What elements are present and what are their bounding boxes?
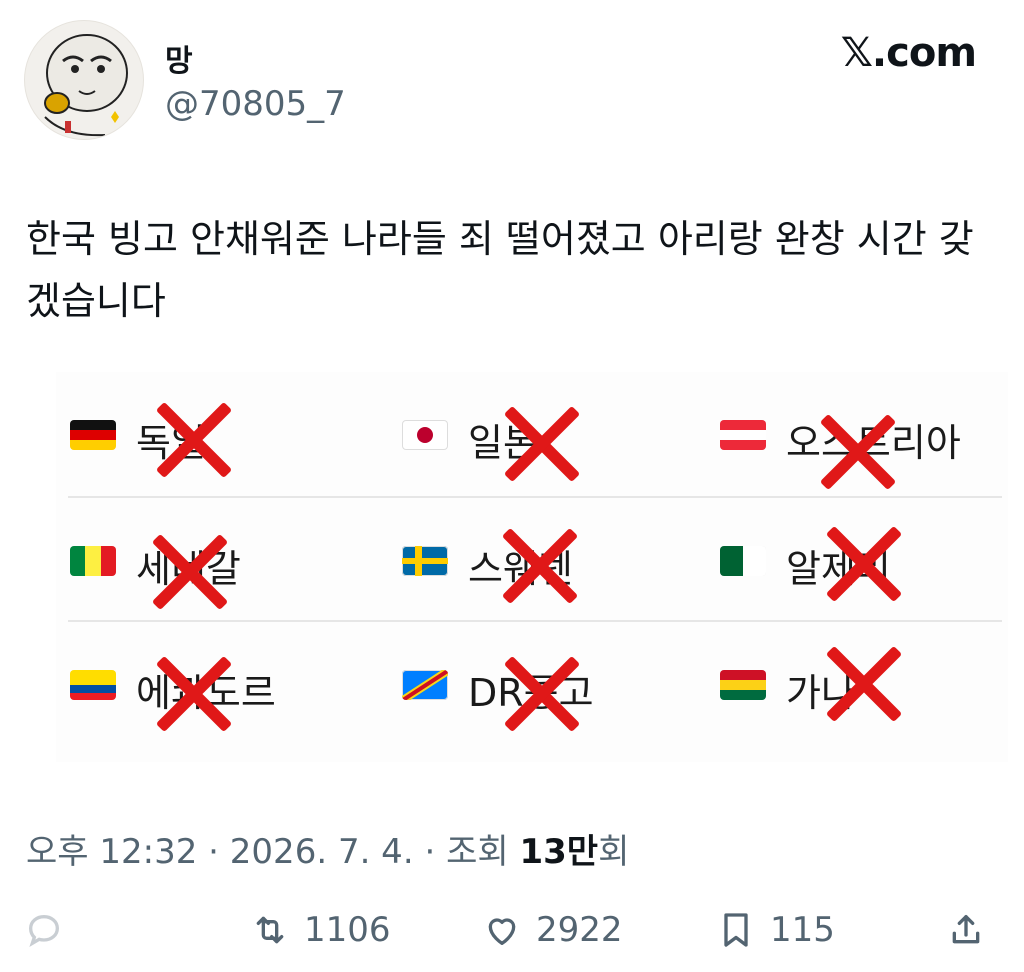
- retweet-count: 1106: [304, 910, 391, 950]
- bingo-cell-ghana: 가나: [706, 622, 1024, 742]
- ghana-flag-icon: [720, 670, 766, 700]
- red-x-mark-icon: [152, 652, 236, 736]
- tweet-text: 한국 빙고 안채워준 나라들 죄 떨어졌고 아리랑 완창 시간 갖겠습니다: [26, 217, 974, 323]
- bingo-cell-austria: 오스트리아: [706, 372, 1024, 492]
- bookmark-icon: [724, 913, 748, 947]
- bingo-cell-senegal: 세네갈: [56, 498, 376, 618]
- tweet-time[interactable]: 오후 12:32: [26, 832, 197, 872]
- display-name[interactable]: 망: [165, 36, 193, 80]
- bingo-cell-dr-congo: DR콩고: [388, 622, 708, 742]
- red-x-mark-icon: [822, 522, 906, 606]
- tweet-action-bar: 1106 2922 115: [0, 900, 1024, 972]
- bingo-cell-algeria: 알제리: [706, 498, 1024, 618]
- bingo-cell-japan: 일본: [388, 372, 708, 492]
- heart-icon: [488, 918, 516, 945]
- tweet-meta: 오후 12:32 · 2026. 7. 4. · 조회 13만회: [26, 824, 629, 873]
- germany-flag-icon: [70, 420, 116, 450]
- reply-icon: [28, 914, 60, 948]
- ecuador-flag-icon: [70, 670, 116, 700]
- avatar[interactable]: [24, 20, 144, 140]
- avatar-cartoon-image: [44, 34, 128, 137]
- bingo-row-1: 독일 일본 오스트리아: [56, 372, 1004, 492]
- bingo-cell-germany: 독일: [56, 372, 376, 492]
- red-x-mark-icon: [148, 530, 232, 614]
- bingo-row-2: 세네갈 스웨덴 알제리: [56, 498, 1004, 618]
- separator: ·: [197, 832, 230, 872]
- bingo-row-3: 에콰도르 DR콩고 가나: [56, 622, 1004, 742]
- retweet-button[interactable]: 1106: [250, 910, 391, 950]
- tweet-media-bingo-card[interactable]: 독일 일본 오스트리아 세네갈 스웨덴 알제리 에콰도르 DR콩고 가나: [56, 372, 1008, 762]
- user-handle[interactable]: @70805_7: [165, 84, 346, 124]
- algeria-flag-icon: [720, 546, 766, 576]
- views-label: 조회: [446, 832, 520, 872]
- views-suffix: 회: [598, 832, 630, 872]
- red-x-mark-icon: [822, 642, 906, 726]
- dr-congo-flag-icon: [402, 670, 448, 700]
- x-com-logo: 𝕏.com: [840, 30, 977, 76]
- bingo-cell-sweden: 스웨덴: [388, 498, 708, 618]
- red-x-mark-icon: [500, 652, 584, 736]
- tweet-date[interactable]: 2026. 7. 4.: [230, 832, 414, 872]
- bookmark-button[interactable]: 115: [716, 910, 835, 950]
- retweet-icon: [256, 916, 284, 944]
- sweden-flag-icon: [402, 546, 448, 576]
- separator: ·: [413, 832, 447, 872]
- bookmark-count: 115: [770, 910, 835, 950]
- red-x-mark-icon: [500, 402, 584, 486]
- share-button[interactable]: [946, 910, 1000, 950]
- like-button[interactable]: 2922: [482, 910, 623, 950]
- reply-button[interactable]: [24, 910, 78, 950]
- share-icon: [952, 915, 980, 944]
- like-count: 2922: [536, 910, 623, 950]
- red-x-mark-icon: [816, 410, 900, 494]
- senegal-flag-icon: [70, 546, 116, 576]
- red-x-mark-icon: [152, 398, 236, 482]
- red-x-mark-icon: [498, 524, 582, 608]
- views-count: 13만: [519, 832, 599, 872]
- japan-flag-icon: [402, 420, 448, 450]
- bingo-cell-ecuador: 에콰도르: [56, 622, 376, 742]
- austria-flag-icon: [720, 420, 766, 450]
